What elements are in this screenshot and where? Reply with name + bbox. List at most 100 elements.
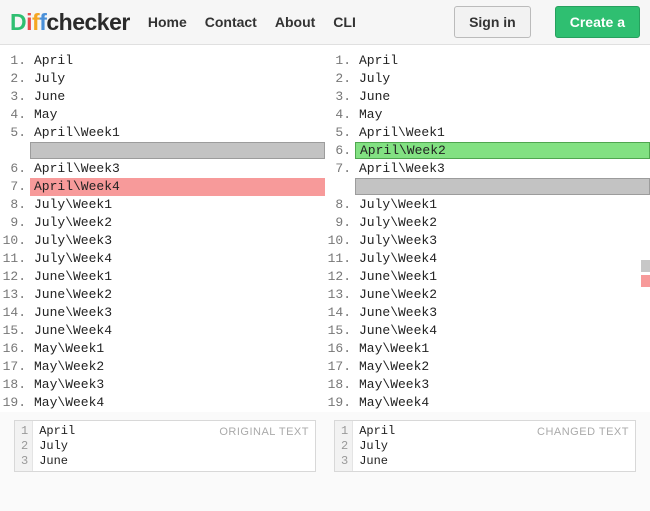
diff-line[interactable]: 3.June [0, 88, 325, 106]
diff-line[interactable] [0, 142, 325, 160]
line-text: July\Week2 [30, 214, 325, 232]
diff-line[interactable]: 18.May\Week3 [325, 376, 650, 394]
diff-line[interactable]: 2.July [325, 70, 650, 88]
line-text: June\Week1 [30, 268, 325, 286]
line-number: 10. [0, 232, 30, 250]
diff-line[interactable] [325, 178, 650, 196]
line-text: April\Week3 [355, 160, 650, 178]
line-number: 15. [0, 322, 30, 340]
original-pane[interactable]: 1.April2.July3.June4.May5.April\Week16.A… [0, 52, 325, 412]
line-text: June [30, 88, 325, 106]
logo[interactable]: Diffchecker [10, 9, 130, 36]
diff-line[interactable]: 10.July\Week3 [0, 232, 325, 250]
line-text: July\Week3 [355, 232, 650, 250]
diff-minimap[interactable] [641, 260, 650, 290]
diff-line[interactable]: 16.May\Week1 [325, 340, 650, 358]
diff-line[interactable]: 2.July [0, 70, 325, 88]
line-text: May [355, 106, 650, 124]
line-text: May\Week4 [355, 394, 650, 412]
diff-line[interactable]: 11.July\Week4 [325, 250, 650, 268]
changed-textarea[interactable]: 123 AprilJulyJune CHANGED TEXT [334, 420, 636, 472]
line-number: 17. [325, 358, 355, 376]
diff-line[interactable]: 12.June\Week1 [0, 268, 325, 286]
line-number: 10. [325, 232, 355, 250]
line-number: 16. [0, 340, 30, 358]
diff-line[interactable]: 7.April\Week4 [0, 178, 325, 196]
line-number: 14. [0, 304, 30, 322]
line-number: 8. [325, 196, 355, 214]
nav-home[interactable]: Home [148, 14, 187, 30]
line-text: July\Week1 [355, 196, 650, 214]
original-gutter: 123 [15, 421, 33, 471]
line-text: June\Week4 [30, 322, 325, 340]
changed-content[interactable]: AprilJulyJune [353, 421, 401, 471]
diff-line[interactable]: 17.May\Week2 [325, 358, 650, 376]
diff-line[interactable]: 13.June\Week2 [0, 286, 325, 304]
original-content[interactable]: AprilJulyJune [33, 421, 81, 471]
diff-area: 1.April2.July3.June4.May5.April\Week16.A… [0, 45, 650, 412]
line-text: May\Week1 [30, 340, 325, 358]
diff-line[interactable]: 5.April\Week1 [325, 124, 650, 142]
diff-line[interactable]: 19.May\Week4 [325, 394, 650, 412]
line-number: 2. [0, 70, 30, 88]
line-text: July\Week4 [355, 250, 650, 268]
line-text: May\Week2 [30, 358, 325, 376]
diff-line[interactable]: 7.April\Week3 [325, 160, 650, 178]
diff-line[interactable]: 5.April\Week1 [0, 124, 325, 142]
diff-line[interactable]: 9.July\Week2 [0, 214, 325, 232]
create-button[interactable]: Create a [555, 6, 640, 38]
original-textarea[interactable]: 123 AprilJulyJune ORIGINAL TEXT [14, 420, 316, 472]
line-number [0, 142, 30, 160]
line-text: April [355, 52, 650, 70]
line-number: 4. [0, 106, 30, 124]
diff-line[interactable]: 9.July\Week2 [325, 214, 650, 232]
diff-line[interactable]: 8.July\Week1 [0, 196, 325, 214]
diff-line[interactable]: 6.April\Week2 [325, 142, 650, 160]
diff-line[interactable]: 8.July\Week1 [325, 196, 650, 214]
diff-line[interactable]: 13.June\Week2 [325, 286, 650, 304]
line-text: May [30, 106, 325, 124]
line-text: May\Week1 [355, 340, 650, 358]
diff-line[interactable]: 15.June\Week4 [325, 322, 650, 340]
diff-line[interactable]: 17.May\Week2 [0, 358, 325, 376]
diff-line[interactable]: 11.July\Week4 [0, 250, 325, 268]
diff-line[interactable]: 16.May\Week1 [0, 340, 325, 358]
line-text: May\Week3 [355, 376, 650, 394]
line-text: July [30, 70, 325, 88]
diff-line[interactable]: 4.May [0, 106, 325, 124]
diff-line[interactable]: 15.June\Week4 [0, 322, 325, 340]
line-text: May\Week2 [355, 358, 650, 376]
diff-line[interactable]: 19.May\Week4 [0, 394, 325, 412]
nav-about[interactable]: About [275, 14, 315, 30]
line-number: 9. [325, 214, 355, 232]
diff-line[interactable]: 3.June [325, 88, 650, 106]
diff-line[interactable]: 14.June\Week3 [0, 304, 325, 322]
line-number: 8. [0, 196, 30, 214]
diff-line[interactable]: 18.May\Week3 [0, 376, 325, 394]
nav-cli[interactable]: CLI [333, 14, 356, 30]
line-number: 12. [325, 268, 355, 286]
original-label: ORIGINAL TEXT [219, 426, 309, 438]
line-number: 6. [0, 160, 30, 178]
line-number: 9. [0, 214, 30, 232]
line-text: April\Week3 [30, 160, 325, 178]
diff-line[interactable]: 10.July\Week3 [325, 232, 650, 250]
nav-contact[interactable]: Contact [205, 14, 257, 30]
diff-line[interactable]: 4.May [325, 106, 650, 124]
diff-line[interactable]: 1.April [325, 52, 650, 70]
line-text: June\Week4 [355, 322, 650, 340]
sign-in-button[interactable]: Sign in [454, 6, 531, 38]
diff-line[interactable]: 14.June\Week3 [325, 304, 650, 322]
diff-line[interactable]: 1.April [0, 52, 325, 70]
line-number: 5. [0, 124, 30, 142]
line-text: June\Week2 [355, 286, 650, 304]
line-number: 7. [325, 160, 355, 178]
changed-pane[interactable]: 1.April2.July3.June4.May5.April\Week16.A… [325, 52, 650, 412]
line-text: June\Week3 [355, 304, 650, 322]
line-number: 3. [325, 88, 355, 106]
line-number: 1. [325, 52, 355, 70]
line-text: April [30, 52, 325, 70]
line-number: 17. [0, 358, 30, 376]
diff-line[interactable]: 6.April\Week3 [0, 160, 325, 178]
diff-line[interactable]: 12.June\Week1 [325, 268, 650, 286]
